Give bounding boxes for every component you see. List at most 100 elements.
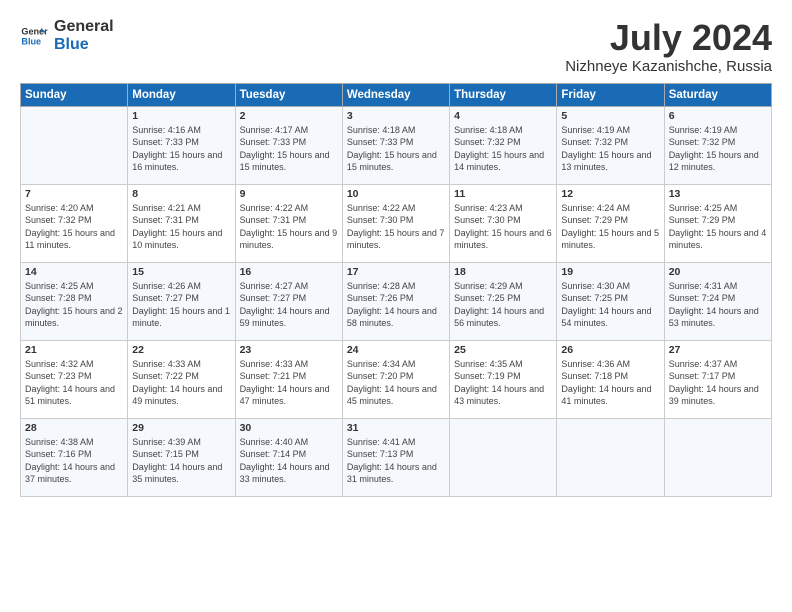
day-info: Sunrise: 4:23 AMSunset: 7:30 PMDaylight:… <box>454 203 552 251</box>
day-info: Sunrise: 4:30 AMSunset: 7:25 PMDaylight:… <box>561 281 651 329</box>
day-number: 6 <box>669 110 767 122</box>
day-info: Sunrise: 4:17 AMSunset: 7:33 PMDaylight:… <box>240 125 330 173</box>
day-number: 29 <box>132 422 230 434</box>
logo-blue: Blue <box>54 36 114 54</box>
day-number: 14 <box>25 266 123 278</box>
day-cell: 4 Sunrise: 4:18 AMSunset: 7:32 PMDaylight… <box>450 106 557 184</box>
day-info: Sunrise: 4:18 AMSunset: 7:32 PMDaylight:… <box>454 125 544 173</box>
day-cell: 20Sunrise: 4:31 AMSunset: 7:24 PMDayligh… <box>664 262 771 340</box>
calendar-table: SundayMondayTuesdayWednesdayThursdayFrid… <box>20 83 772 497</box>
day-number: 7 <box>25 188 123 200</box>
day-info: Sunrise: 4:26 AMSunset: 7:27 PMDaylight:… <box>132 281 230 329</box>
day-info: Sunrise: 4:25 AMSunset: 7:29 PMDaylight:… <box>669 203 767 251</box>
day-info: Sunrise: 4:34 AMSunset: 7:20 PMDaylight:… <box>347 359 437 407</box>
day-cell: 30 Sunrise: 4:40 AMSunset: 7:14 PMDayligh… <box>235 418 342 496</box>
header-sunday: Sunday <box>21 83 128 106</box>
day-number: 13 <box>669 188 767 200</box>
day-info: Sunrise: 4:24 AMSunset: 7:29 PMDaylight:… <box>561 203 659 251</box>
day-cell: 17Sunrise: 4:28 AMSunset: 7:26 PMDayligh… <box>342 262 449 340</box>
header-thursday: Thursday <box>450 83 557 106</box>
day-cell: 27 Sunrise: 4:37 AMSunset: 7:17 PMDayligh… <box>664 340 771 418</box>
page: General Blue General Blue July 2024 Nizh… <box>0 0 792 612</box>
day-cell: 9 Sunrise: 4:22 AMSunset: 7:31 PMDaylight… <box>235 184 342 262</box>
day-cell: 28 Sunrise: 4:38 AMSunset: 7:16 PMDayligh… <box>21 418 128 496</box>
day-info: Sunrise: 4:39 AMSunset: 7:15 PMDaylight:… <box>132 437 222 485</box>
day-info: Sunrise: 4:18 AMSunset: 7:33 PMDaylight:… <box>347 125 437 173</box>
day-number: 10 <box>347 188 445 200</box>
day-info: Sunrise: 4:29 AMSunset: 7:25 PMDaylight:… <box>454 281 544 329</box>
day-cell: 1Sunrise: 4:16 AMSunset: 7:33 PMDaylight… <box>128 106 235 184</box>
day-info: Sunrise: 4:40 AMSunset: 7:14 PMDaylight:… <box>240 437 330 485</box>
day-cell: 15 Sunrise: 4:26 AMSunset: 7:27 PMDayligh… <box>128 262 235 340</box>
header-monday: Monday <box>128 83 235 106</box>
day-info: Sunrise: 4:25 AMSunset: 7:28 PMDaylight:… <box>25 281 123 329</box>
day-cell: 5Sunrise: 4:19 AMSunset: 7:32 PMDaylight… <box>557 106 664 184</box>
day-number: 19 <box>561 266 659 278</box>
day-info: Sunrise: 4:22 AMSunset: 7:31 PMDaylight:… <box>240 203 338 251</box>
logo: General Blue General Blue <box>20 18 114 53</box>
day-number: 26 <box>561 344 659 356</box>
header-saturday: Saturday <box>664 83 771 106</box>
logo-icon: General Blue <box>20 22 48 50</box>
day-cell: 24 Sunrise: 4:34 AMSunset: 7:20 PMDayligh… <box>342 340 449 418</box>
day-number: 17 <box>347 266 445 278</box>
day-cell: 7 Sunrise: 4:20 AMSunset: 7:32 PMDaylight… <box>21 184 128 262</box>
day-info: Sunrise: 4:19 AMSunset: 7:32 PMDaylight:… <box>669 125 759 173</box>
week-row-0: 1Sunrise: 4:16 AMSunset: 7:33 PMDaylight… <box>21 106 772 184</box>
day-info: Sunrise: 4:38 AMSunset: 7:16 PMDaylight:… <box>25 437 115 485</box>
week-row-1: 7 Sunrise: 4:20 AMSunset: 7:32 PMDaylight… <box>21 184 772 262</box>
header-tuesday: Tuesday <box>235 83 342 106</box>
day-number: 8 <box>132 188 230 200</box>
day-number: 30 <box>240 422 338 434</box>
header-friday: Friday <box>557 83 664 106</box>
day-number: 31 <box>347 422 445 434</box>
day-number: 9 <box>240 188 338 200</box>
day-info: Sunrise: 4:21 AMSunset: 7:31 PMDaylight:… <box>132 203 222 251</box>
day-cell: 10 Sunrise: 4:22 AMSunset: 7:30 PMDayligh… <box>342 184 449 262</box>
day-cell: 6 Sunrise: 4:19 AMSunset: 7:32 PMDaylight… <box>664 106 771 184</box>
day-cell: 23Sunrise: 4:33 AMSunset: 7:21 PMDayligh… <box>235 340 342 418</box>
day-cell: 26 Sunrise: 4:36 AMSunset: 7:18 PMDayligh… <box>557 340 664 418</box>
day-cell: 19 Sunrise: 4:30 AMSunset: 7:25 PMDayligh… <box>557 262 664 340</box>
day-number: 28 <box>25 422 123 434</box>
day-cell <box>450 418 557 496</box>
day-number: 2 <box>240 110 338 122</box>
day-number: 1 <box>132 110 230 122</box>
day-cell: 16Sunrise: 4:27 AMSunset: 7:27 PMDayligh… <box>235 262 342 340</box>
header-row: SundayMondayTuesdayWednesdayThursdayFrid… <box>21 83 772 106</box>
day-cell: 18Sunrise: 4:29 AMSunset: 7:25 PMDayligh… <box>450 262 557 340</box>
header: General Blue General Blue July 2024 Nizh… <box>20 18 772 75</box>
day-cell: 13 Sunrise: 4:25 AMSunset: 7:29 PMDayligh… <box>664 184 771 262</box>
subtitle: Nizhneye Kazanishche, Russia <box>565 58 772 75</box>
day-info: Sunrise: 4:31 AMSunset: 7:24 PMDaylight:… <box>669 281 759 329</box>
day-cell <box>21 106 128 184</box>
week-row-2: 14 Sunrise: 4:25 AMSunset: 7:28 PMDayligh… <box>21 262 772 340</box>
day-info: Sunrise: 4:20 AMSunset: 7:32 PMDaylight:… <box>25 203 115 251</box>
day-info: Sunrise: 4:33 AMSunset: 7:22 PMDaylight:… <box>132 359 222 407</box>
day-number: 4 <box>454 110 552 122</box>
day-number: 12 <box>561 188 659 200</box>
day-info: Sunrise: 4:37 AMSunset: 7:17 PMDaylight:… <box>669 359 759 407</box>
day-number: 11 <box>454 188 552 200</box>
day-cell: 29 Sunrise: 4:39 AMSunset: 7:15 PMDayligh… <box>128 418 235 496</box>
day-info: Sunrise: 4:36 AMSunset: 7:18 PMDaylight:… <box>561 359 651 407</box>
day-cell: 22 Sunrise: 4:33 AMSunset: 7:22 PMDayligh… <box>128 340 235 418</box>
day-cell <box>557 418 664 496</box>
day-number: 5 <box>561 110 659 122</box>
day-cell: 31 Sunrise: 4:41 AMSunset: 7:13 PMDayligh… <box>342 418 449 496</box>
header-wednesday: Wednesday <box>342 83 449 106</box>
main-title: July 2024 <box>565 18 772 58</box>
day-number: 15 <box>132 266 230 278</box>
day-number: 23 <box>240 344 338 356</box>
day-number: 22 <box>132 344 230 356</box>
day-number: 16 <box>240 266 338 278</box>
day-cell: 3Sunrise: 4:18 AMSunset: 7:33 PMDaylight… <box>342 106 449 184</box>
day-number: 24 <box>347 344 445 356</box>
logo-general: General <box>54 18 114 36</box>
day-cell: 21Sunrise: 4:32 AMSunset: 7:23 PMDayligh… <box>21 340 128 418</box>
day-info: Sunrise: 4:22 AMSunset: 7:30 PMDaylight:… <box>347 203 445 251</box>
day-info: Sunrise: 4:41 AMSunset: 7:13 PMDaylight:… <box>347 437 437 485</box>
day-number: 21 <box>25 344 123 356</box>
day-cell: 2 Sunrise: 4:17 AMSunset: 7:33 PMDaylight… <box>235 106 342 184</box>
day-number: 27 <box>669 344 767 356</box>
